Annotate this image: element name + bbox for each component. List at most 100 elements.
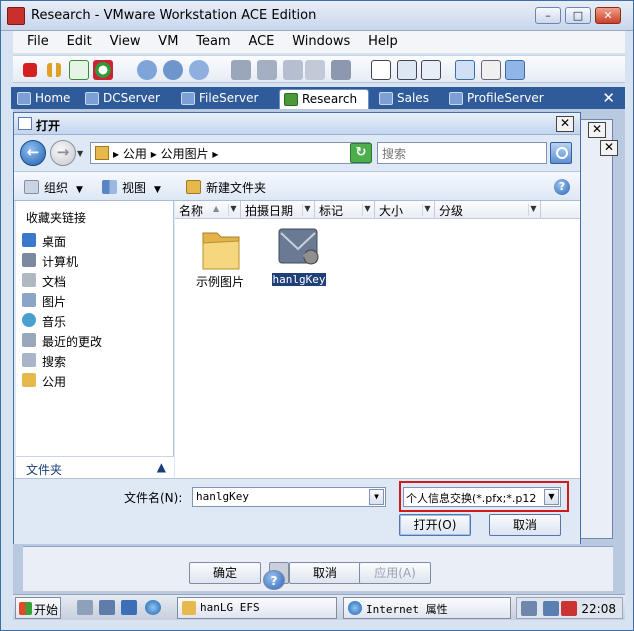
menu-help[interactable]: Help (354, 31, 398, 49)
file-item-hanlgkey[interactable]: hanlgKey (265, 223, 335, 289)
certificate-key-icon (278, 228, 319, 265)
column-date-taken[interactable]: 拍摄日期 ▼ (241, 201, 315, 219)
forward-arrow-icon[interactable]: → (50, 140, 76, 166)
sidebar-toggle-icon[interactable] (371, 60, 391, 80)
file-item-sample-pictures[interactable]: 示例图片 (185, 223, 255, 289)
full-screen-icon[interactable] (397, 60, 417, 80)
summary-view-icon[interactable] (455, 60, 475, 80)
dialog-titlebar: 打开 ✕ (14, 113, 580, 135)
task-hanlg-efs[interactable]: hanLG EFS (177, 597, 337, 619)
team-power-icon[interactable] (257, 60, 277, 80)
background-cancel-button[interactable]: 取消 (289, 562, 361, 584)
column-name[interactable]: 名称 ▲ ▼ (175, 201, 241, 219)
quick-switch-icon[interactable] (421, 60, 441, 80)
folder-icon (182, 601, 196, 615)
tab-fileserver[interactable]: FileServer (177, 89, 277, 109)
column-rating[interactable]: 分级 ▼ (435, 201, 541, 219)
tab-profileserver[interactable]: ProfileServer (445, 89, 575, 109)
search-icon[interactable] (550, 142, 572, 164)
chevron-down-icon: ▼ (302, 204, 312, 216)
filename-field[interactable]: hanlgKey ▼ (192, 487, 386, 507)
dialog-title: 打开 (36, 119, 61, 133)
background-ok-button[interactable]: 确定 (189, 562, 261, 584)
views-button[interactable]: 视图 ▼ (102, 179, 161, 196)
chevron-down-icon[interactable]: ▼ (369, 489, 384, 505)
help-icon[interactable]: ? (554, 179, 570, 195)
cancel-button[interactable]: 取消 (489, 514, 561, 536)
packaging-icon[interactable] (305, 60, 325, 80)
snapshot-manager-icon[interactable] (189, 60, 209, 80)
menu-file[interactable]: File (13, 31, 49, 49)
volume-muted-icon[interactable] (561, 601, 577, 616)
quicklaunch-icon[interactable] (77, 600, 93, 615)
folders-toggle[interactable]: 文件夹 ▲ (16, 456, 174, 478)
help-icon[interactable]: ? (263, 570, 285, 590)
nav-item-public[interactable]: 公用 (20, 371, 170, 390)
filename-label: 文件名(N): (124, 491, 183, 505)
clock: 22:08 (581, 602, 616, 616)
revert-snapshot-icon[interactable] (163, 60, 183, 80)
background-close-icon-2[interactable]: ✕ (600, 140, 618, 156)
new-folder-button[interactable]: 新建文件夹 (186, 179, 266, 196)
device-icon[interactable] (543, 601, 559, 616)
address-bar[interactable]: ▸ 公用 ▸ 公用图片 ▸ ▼ (90, 142, 370, 164)
tab-dcserver[interactable]: DCServer (81, 89, 173, 109)
appliance-view-icon[interactable] (481, 60, 501, 80)
breadcrumb-public-pictures[interactable]: 公用图片 (161, 147, 209, 161)
menu-ace[interactable]: ACE (234, 31, 274, 49)
background-close-icon[interactable]: ✕ (588, 122, 606, 138)
quicklaunch-icon[interactable] (99, 600, 115, 615)
refresh-icon[interactable]: ↻ (350, 143, 372, 163)
open-button[interactable]: 打开(O) (399, 514, 471, 536)
nav-item-computer[interactable]: 计算机 (20, 251, 170, 270)
menu-edit[interactable]: Edit (53, 31, 92, 49)
reset-icon[interactable] (93, 60, 113, 80)
nav-item-search[interactable]: 搜索 (20, 351, 170, 370)
dialog-close-button[interactable]: ✕ (556, 116, 574, 132)
lan-segment-icon[interactable] (283, 60, 303, 80)
console-icon[interactable] (331, 60, 351, 80)
search-input[interactable] (377, 142, 547, 164)
back-arrow-icon[interactable]: ← (20, 140, 46, 166)
tab-home[interactable]: Home (13, 89, 77, 109)
network-icon[interactable] (521, 601, 537, 616)
menu-vm[interactable]: VM (144, 31, 178, 49)
quicklaunch-icon[interactable] (121, 600, 137, 615)
team-icon[interactable] (231, 60, 251, 80)
start-button[interactable]: 开始 (15, 597, 61, 619)
nav-item-pictures[interactable]: 图片 (20, 291, 170, 310)
menu-windows[interactable]: Windows (278, 31, 350, 49)
nav-item-label: 公用 (42, 375, 67, 389)
menu-view[interactable]: View (96, 31, 141, 49)
window-titlebar: Research - VMware Workstation ACE Editio… (1, 1, 633, 31)
dialog-bottom-panel: 文件名(N): hanlgKey ▼ 个人信息交换(*.pfx;*.p12 ▼ … (14, 478, 580, 544)
tab-sales[interactable]: Sales (375, 89, 441, 109)
breadcrumb-public[interactable]: 公用 (123, 147, 147, 161)
column-size[interactable]: 大小 ▼ (375, 201, 435, 219)
nav-item-music[interactable]: 音乐 (20, 311, 170, 330)
breadcrumb-sep: ▸ (113, 147, 120, 161)
column-tags[interactable]: 标记 ▼ (315, 201, 375, 219)
tab-research[interactable]: Research (279, 89, 369, 109)
close-tab-icon[interactable]: ✕ (602, 89, 615, 107)
menu-team[interactable]: Team (182, 31, 230, 49)
nav-item-documents[interactable]: 文档 (20, 271, 170, 290)
internet-explorer-icon[interactable] (145, 600, 161, 615)
play-icon[interactable] (69, 60, 89, 80)
minimize-button[interactable]: – (535, 7, 561, 24)
nav-item-desktop[interactable]: 桌面 (20, 231, 170, 250)
close-button[interactable]: ✕ (595, 7, 621, 24)
snapshot-icon[interactable] (137, 60, 157, 80)
organize-button[interactable]: 组织 ▼ (24, 179, 83, 196)
suspend-icon[interactable] (47, 63, 61, 77)
history-chevron-down-icon[interactable]: ▼ (77, 149, 83, 158)
console-view-icon[interactable] (505, 60, 525, 80)
nav-item-recent[interactable]: 最近的更改 (20, 331, 170, 350)
chevron-down-icon: ▼ (528, 204, 538, 216)
maximize-button[interactable]: □ (565, 7, 591, 24)
computer-icon (22, 253, 36, 267)
power-off-icon[interactable] (23, 63, 37, 77)
folder-icon (95, 146, 109, 160)
background-apply-button[interactable]: 应用(A) (359, 562, 431, 584)
task-internet-properties[interactable]: Internet 属性 (343, 597, 511, 619)
